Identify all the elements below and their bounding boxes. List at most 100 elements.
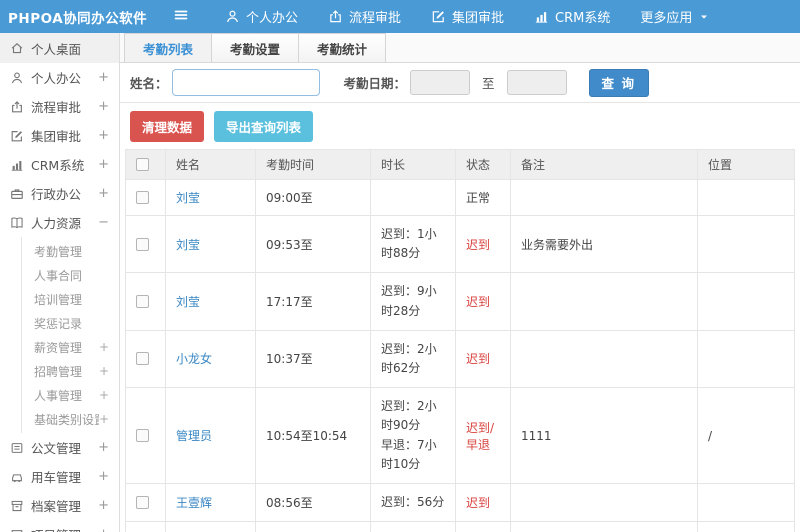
sidebar-navigation: 个人桌面 个人办公 + 流程审批 + 集团审批 + CRM系统 + 行政办公 + 人力资源 − 考勤管理人…: [0, 33, 120, 532]
sidebar-subitem-reward-punishment-records[interactable]: 奖惩记录: [22, 311, 119, 335]
row-select-cell: [125, 272, 166, 331]
expand-toggle-icon[interactable]: +: [97, 157, 109, 172]
time-cell: 09:53至: [255, 214, 371, 274]
table-row: 王壹辉 08:56至 迟到：56分 迟到: [125, 482, 795, 523]
column-header: 考勤时间: [255, 149, 371, 180]
duration-cell: 迟到：5小时33分 早退：4小时67分: [370, 521, 456, 532]
tab-attendance-settings[interactable]: 考勤设置: [211, 33, 300, 62]
attendance-user-link[interactable]: 王壹辉: [176, 496, 212, 510]
time-cell: 10:54至10:54: [255, 387, 371, 484]
topnav-item-more-apps[interactable]: 更多应用: [625, 0, 725, 33]
sidebar-item-personal-desktop[interactable]: 个人桌面: [0, 33, 119, 63]
topnav-item-workflow-approval[interactable]: 流程审批: [313, 0, 416, 33]
column-header: 状态: [455, 149, 511, 180]
sidebar-item-document-management[interactable]: 公文管理 +: [0, 433, 119, 462]
expand-toggle-icon[interactable]: −: [97, 215, 109, 230]
sidebar-item-label: 个人桌面: [31, 41, 82, 57]
topnav-item-personal-office[interactable]: 个人办公: [210, 0, 313, 33]
sidebar-item-admin-office[interactable]: 行政办公 +: [0, 179, 119, 208]
expand-toggle-icon[interactable]: +: [97, 498, 109, 513]
location-cell: /: [697, 521, 795, 532]
sidebar-subitem-label: 薪资管理: [34, 340, 83, 355]
expand-toggle-icon[interactable]: +: [97, 469, 109, 484]
name-filter-label: 姓名：: [130, 76, 168, 91]
sidebar-subitem-salary-management[interactable]: 薪资管理 +: [22, 335, 119, 359]
note-cell: [510, 179, 698, 216]
expand-toggle-icon[interactable]: +: [99, 388, 109, 402]
expand-toggle-icon[interactable]: +: [99, 364, 109, 378]
sidebar-item-crm-system[interactable]: CRM系统 +: [0, 150, 119, 179]
sidebar-item-label: 项目管理: [31, 525, 97, 532]
row-select-cell: [125, 482, 166, 523]
attendance-user-link[interactable]: 刘莹: [176, 191, 200, 205]
sidebar-subitem-recruitment-management[interactable]: 招聘管理 +: [22, 359, 119, 383]
export-list-button[interactable]: 导出查询列表: [214, 111, 314, 142]
tab-attendance-list[interactable]: 考勤列表: [124, 33, 213, 62]
doc-icon: [10, 441, 24, 455]
expand-toggle-icon[interactable]: +: [97, 527, 109, 532]
status-cell: 迟到/早退: [455, 521, 511, 532]
archive-icon: [10, 499, 24, 513]
search-button[interactable]: 查 询: [588, 68, 650, 97]
date-from-input[interactable]: [410, 70, 471, 95]
select-all-checkbox[interactable]: [136, 158, 149, 171]
sidebar-subitem-training-management[interactable]: 培训管理: [22, 287, 119, 311]
expand-toggle-icon[interactable]: +: [97, 186, 109, 201]
chart-icon: [10, 158, 24, 172]
topnav-item-label: 个人办公: [246, 11, 299, 26]
time-cell: 09:00至: [255, 179, 371, 216]
sidebar-item-project-management[interactable]: 项目管理+: [0, 520, 119, 532]
sidebar-item-label: 用车管理: [31, 470, 82, 485]
tab-attendance-statistics[interactable]: 考勤统计: [298, 33, 387, 62]
column-header: 时长: [370, 149, 456, 180]
sidebar-item-personal-office[interactable]: 个人办公 +: [0, 63, 119, 92]
date-to-input[interactable]: [506, 70, 567, 95]
attendance-user-link[interactable]: 小龙女: [176, 352, 212, 366]
attendance-user-link[interactable]: 刘莹: [176, 238, 200, 252]
expand-toggle-icon[interactable]: +: [99, 340, 109, 354]
sidebar-subitem-label: 培训管理: [34, 292, 83, 307]
sidebar-item-group-approval[interactable]: 集团审批 +: [0, 121, 119, 150]
attendance-user-link[interactable]: 刘莹: [176, 295, 200, 309]
row-checkbox[interactable]: [136, 191, 149, 204]
sidebar-subitem-label: 招聘管理: [34, 364, 83, 379]
expand-toggle-icon[interactable]: +: [97, 128, 109, 143]
expand-toggle-icon[interactable]: +: [97, 440, 109, 455]
row-checkbox[interactable]: [136, 495, 149, 509]
name-filter-input[interactable]: [171, 69, 320, 96]
briefcase-icon: [10, 187, 24, 201]
expand-toggle-icon[interactable]: +: [97, 99, 109, 114]
status-cell: 迟到: [455, 272, 511, 331]
time-cell: 08:56至: [255, 482, 371, 523]
status-cell: 迟到: [455, 482, 511, 523]
expand-toggle-icon[interactable]: +: [99, 412, 109, 426]
location-cell: [697, 329, 795, 389]
row-checkbox[interactable]: [136, 295, 149, 309]
column-header: 姓名: [165, 149, 256, 180]
row-checkbox[interactable]: [136, 237, 149, 251]
share-icon: [10, 100, 24, 114]
clear-data-button[interactable]: 清理数据: [130, 111, 205, 142]
sidebar-subitem-basic-category-settings[interactable]: 基础类别设置 +: [22, 407, 119, 431]
sidebar-subitem-personnel-management[interactable]: 人事管理 +: [22, 383, 119, 407]
note-cell: 业务需要外出: [510, 214, 698, 274]
row-select-cell: [125, 179, 166, 216]
topnav-item-crm-system[interactable]: CRM系统: [519, 0, 625, 33]
location-cell: [697, 214, 795, 274]
sidebar-item-archive-management[interactable]: 档案管理 +: [0, 491, 119, 520]
row-checkbox[interactable]: [136, 352, 149, 366]
sidebar-item-workflow-approval[interactable]: 流程审批 +: [0, 92, 119, 121]
row-checkbox[interactable]: [136, 429, 149, 442]
topnav-item-group-approval[interactable]: 集团审批: [416, 0, 519, 33]
column-header: 备注: [510, 149, 698, 180]
expand-toggle-icon[interactable]: +: [97, 70, 109, 85]
sidebar-item-vehicle-management[interactable]: 用车管理 +: [0, 462, 119, 491]
sidebar-subitem-attendance-management[interactable]: 考勤管理: [22, 239, 119, 263]
status-cell: 正常: [455, 179, 511, 216]
menu-toggle-button[interactable]: [170, 6, 192, 28]
duration-cell: 迟到：9小时28分: [370, 272, 456, 331]
sidebar-item-human-resources[interactable]: 人力资源 −: [0, 208, 119, 237]
sidebar-subitem-personnel-contract[interactable]: 人事合同: [22, 263, 119, 287]
attendance-user-link[interactable]: 管理员: [176, 429, 212, 443]
time-cell: 13:20至13:20: [255, 521, 371, 532]
